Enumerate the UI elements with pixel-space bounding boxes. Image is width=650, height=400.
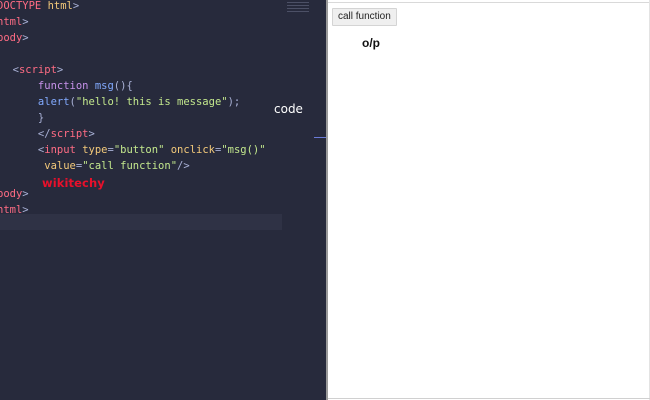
code-token: > (72, 0, 80, 12)
code-line: body> (0, 186, 29, 202)
code-token: function (0, 80, 95, 92)
wikitechy-watermark: wikitechy (42, 176, 105, 190)
code-token: "call function" (82, 160, 178, 172)
code-token: > (22, 16, 29, 28)
screen: DOCTYPE html> html> body> <script> functio… (0, 0, 650, 400)
code-line: alert("hello! this is message"); (0, 94, 240, 110)
code-line: function msg(){ (0, 78, 133, 94)
code-token: > (22, 204, 29, 216)
code-token: type (82, 144, 108, 156)
code-token: < (0, 144, 45, 156)
text-cursor-mark (314, 137, 326, 138)
call-function-button[interactable]: call function (332, 8, 397, 26)
code-line: DOCTYPE html> (0, 0, 79, 14)
code-token: < (0, 64, 19, 76)
code-token: > (22, 188, 29, 200)
code-token: > (56, 64, 64, 76)
code-token: onclick (170, 144, 215, 156)
current-line-highlight (0, 214, 282, 230)
output-pane: call function o/p (328, 0, 650, 400)
output-bottom-border (328, 398, 650, 399)
code-token: "hello! this is message" (75, 96, 228, 108)
code-editor-pane[interactable]: DOCTYPE html> html> body> <script> functio… (0, 0, 326, 400)
output-top-border (328, 2, 650, 3)
code-token: html (47, 0, 73, 12)
code-token: body (0, 188, 23, 200)
code-line: value="call function"/> (0, 158, 190, 174)
code-token: (){ (113, 80, 133, 92)
code-token: script (18, 64, 57, 76)
code-token: </ (0, 128, 51, 140)
code-line: <script> (0, 62, 64, 78)
code-token: value (0, 160, 76, 172)
code-token: script (50, 128, 89, 140)
code-line: <input type="button" onclick="msg()" (0, 142, 266, 158)
code-token: body (0, 32, 23, 44)
output-label: o/p (362, 36, 380, 50)
code-line: body> (0, 30, 29, 46)
code-token: "button" (113, 144, 171, 156)
code-token: msg (94, 80, 114, 92)
code-token: DOCTYPE (0, 0, 48, 12)
code-token: ); (227, 96, 241, 108)
minimap[interactable] (287, 2, 309, 12)
code-token: } (0, 112, 45, 124)
code-token: /> (177, 160, 190, 172)
code-line: </script> (0, 126, 95, 142)
code-token: input (44, 144, 83, 156)
code-token: alert (0, 96, 70, 108)
code-label: code (274, 102, 303, 116)
code-line: } (0, 110, 44, 126)
code-line: html> (0, 14, 29, 30)
code-token: html (0, 16, 23, 28)
code-line: html> (0, 202, 29, 218)
code-token: > (22, 32, 29, 44)
code-token: "msg()" (221, 144, 266, 156)
code-token: html (0, 204, 23, 216)
code-token: > (88, 128, 95, 140)
